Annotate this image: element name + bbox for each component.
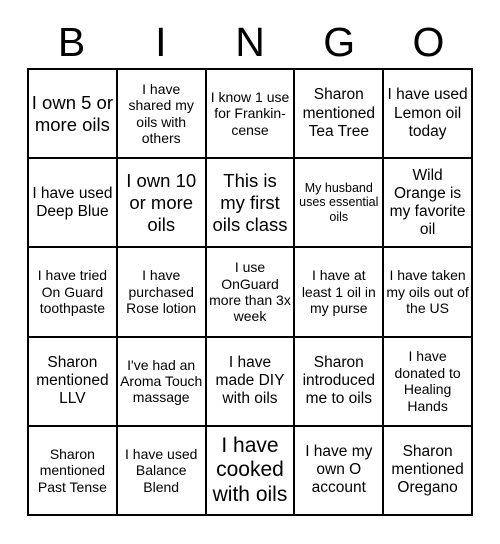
bingo-cell-label: Sharon mentioned Tea Tree [302,86,375,140]
bingo-cell-label: I have tried On Guard toothpaste [37,267,108,317]
bingo-cell[interactable]: I have used Balance Blend [117,426,207,517]
bingo-cell[interactable]: My husband uses essential oils [295,159,385,249]
bingo-cell-label: I own 10 or more oils [126,170,197,235]
bingo-header-letter-o: O [412,18,445,65]
bingo-header-row: B I N G O [27,18,473,66]
bingo-cell-label: I have my own O account [305,443,373,497]
bingo-row: Sharon mentioned LLV I've had an Aroma T… [29,337,473,427]
bingo-row: I own 5 or more oils I have shared my oi… [29,70,473,160]
bingo-cell-label: I have donated to Healing Hands [394,348,461,414]
bingo-cell-label: My husband uses essential oils [299,180,379,225]
bingo-row: Sharon mentioned Past Tense I have used … [29,426,473,517]
bingo-cell[interactable]: Sharon mentioned LLV [29,337,118,427]
bingo-cell-label: I have made DIY with oils [215,354,285,408]
bingo-cell[interactable]: I have my own O account [295,426,385,517]
bingo-cell-label: Sharon introduced me to oils [302,354,375,408]
bingo-cell[interactable]: Sharon mentioned Past Tense [29,426,118,517]
bingo-cell[interactable]: I have at least 1 oil in my purse [295,248,385,338]
bingo-row: I have tried On Guard toothpaste I have … [29,248,473,338]
bingo-cell[interactable]: I've had an Aroma Touch massage [117,337,207,427]
bingo-cell-label: I have shared my oils with others [128,80,194,146]
bingo-cell[interactable]: I have used Deep Blue [29,159,118,249]
bingo-cell[interactable]: I have taken my oils out of the US [384,248,473,338]
bingo-header-letter-b: B [57,18,86,65]
bingo-row: I have used Deep Blue I own 10 or more o… [29,159,473,249]
bingo-cell-label: I have used Lemon oil today [387,86,468,140]
bingo-cell-label: I have used Deep Blue [32,184,113,220]
bingo-cell-label: Sharon mentioned Past Tense [37,445,107,495]
bingo-cell[interactable]: I have cooked with oils [206,426,296,517]
bingo-cell[interactable]: I own 5 or more oils [29,70,118,160]
bingo-header-letter-g: G [323,18,356,65]
bingo-cell-label: I have cooked with oils [212,433,288,506]
bingo-cell-label: I own 5 or more oils [31,91,114,135]
bingo-cell-label: I've had an Aroma Touch massage [120,356,203,406]
bingo-cell-label: I know 1 use for Frankin-cense [210,89,290,138]
bingo-card: B I N G O I own 5 or more oils I have sh… [0,0,500,544]
bingo-cell[interactable]: I know 1 use for Frankin-cense [206,70,296,160]
bingo-header-letter-n: N [235,18,265,65]
bingo-cell-label: Sharon mentioned Oregano [391,443,464,497]
bingo-cell[interactable]: I have shared my oils with others [117,70,207,160]
bingo-cell[interactable]: Sharon mentioned Tea Tree [295,70,385,160]
bingo-cell-label: I have taken my oils out of the US [386,267,469,317]
bingo-grid: I own 5 or more oils I have shared my oi… [27,68,473,517]
bingo-cell-label: I have purchased Rose lotion [126,267,197,317]
bingo-cell[interactable]: This is my first oils class [206,159,296,249]
bingo-cell-label: I use OnGuard more than 3x week [209,259,291,325]
bingo-cell-label: Sharon mentioned LLV [36,354,109,408]
bingo-cell[interactable]: Wild Orange is my favorite oil [384,159,473,249]
bingo-cell[interactable]: I have donated to Healing Hands [384,337,473,427]
bingo-cell-label: I have at least 1 oil in my purse [301,267,376,317]
bingo-cell[interactable]: Sharon mentioned Oregano [384,426,473,517]
bingo-cell-label: I have used Balance Blend [125,445,198,495]
bingo-cell[interactable]: I use OnGuard more than 3x week [206,248,296,338]
bingo-cell-label: Wild Orange is my favorite oil [389,166,466,238]
bingo-cell[interactable]: I have used Lemon oil today [384,70,473,160]
bingo-cell[interactable]: I own 10 or more oils [117,159,207,249]
bingo-header-letter-i: I [155,18,167,65]
bingo-cell[interactable]: Sharon introduced me to oils [295,337,385,427]
bingo-cell-label: This is my first oils class [212,170,288,235]
bingo-cell[interactable]: I have purchased Rose lotion [117,248,207,338]
bingo-cell[interactable]: I have made DIY with oils [206,337,296,427]
bingo-cell[interactable]: I have tried On Guard toothpaste [29,248,118,338]
